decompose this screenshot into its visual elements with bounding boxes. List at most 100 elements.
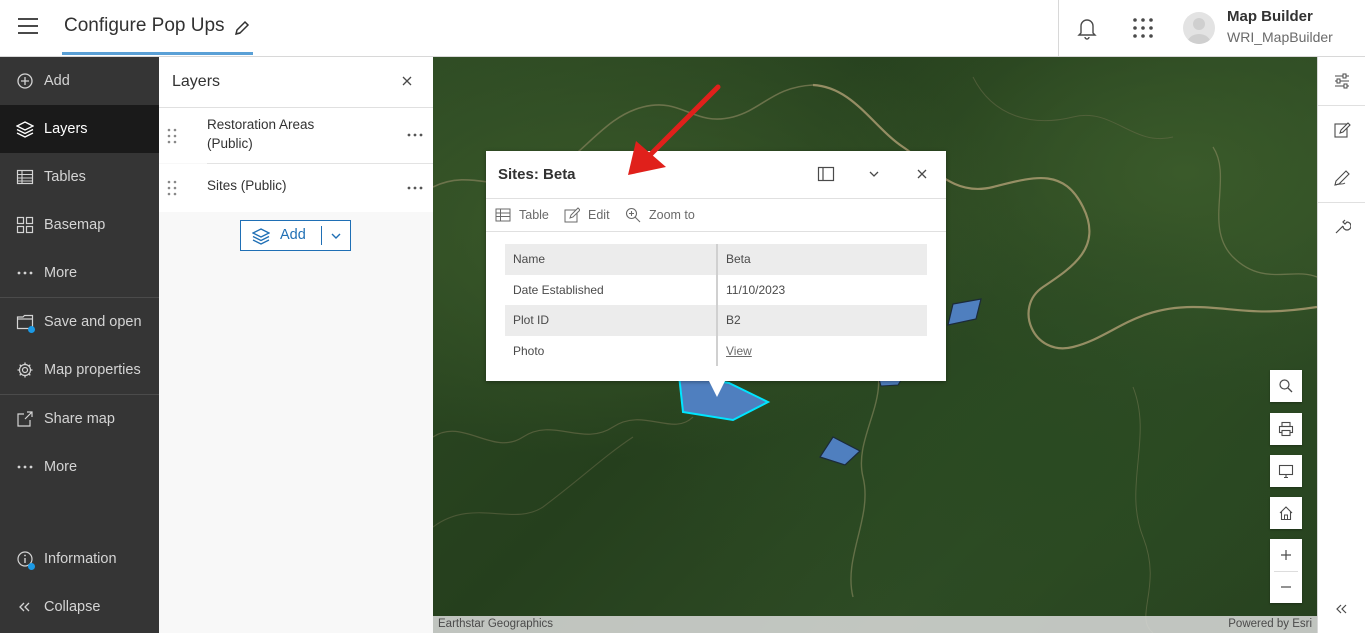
- attribute-key: Name: [513, 252, 546, 266]
- nav-collapse[interactable]: Collapse: [0, 583, 159, 631]
- map-view[interactable]: Sites: Beta Table Edit Zoom to Name Beta…: [433, 57, 1317, 633]
- ellipsis-icon: [17, 465, 33, 469]
- nav-label: Collapse: [44, 599, 101, 615]
- attribute-key: Plot ID: [513, 313, 550, 327]
- drag-handle-icon[interactable]: [167, 180, 177, 196]
- share-icon: [17, 411, 33, 427]
- chevron-down-icon[interactable]: [865, 165, 883, 183]
- nav-label: Basemap: [44, 217, 106, 233]
- ellipsis-icon: [17, 271, 33, 275]
- header-divider: [1058, 0, 1059, 57]
- layer-name: Restoration Areas (Public): [207, 115, 314, 153]
- home-icon: [1279, 506, 1293, 521]
- hamburger-menu-icon[interactable]: [18, 18, 38, 38]
- map-attribution: Earthstar Geographics Powered by Esri: [433, 616, 1317, 633]
- attribute-value: 11/10/2023: [726, 282, 786, 297]
- add-layer-button[interactable]: Add: [241, 221, 321, 250]
- print-button[interactable]: [1270, 413, 1302, 445]
- nav-information[interactable]: Information: [0, 535, 159, 583]
- fullscreen-button[interactable]: [1270, 455, 1302, 487]
- add-layer-label: Add: [280, 227, 306, 243]
- user-id: WRI_MapBuilder: [1227, 29, 1333, 45]
- basemap-icon: [16, 216, 34, 234]
- nav-basemap[interactable]: Basemap: [0, 201, 159, 249]
- wrench-icon[interactable]: [1333, 218, 1351, 236]
- popup-action-table[interactable]: Table: [495, 207, 555, 225]
- search-icon: [1279, 379, 1293, 393]
- layer-name-line: (Public): [207, 136, 253, 151]
- search-button[interactable]: [1270, 370, 1302, 402]
- site-polygon[interactable]: [947, 298, 982, 326]
- chevrons-left-icon[interactable]: [1333, 600, 1351, 618]
- more-options-icon[interactable]: [406, 185, 424, 191]
- zoom-out-button[interactable]: [1270, 571, 1302, 603]
- gear-icon: [17, 362, 33, 378]
- photo-view-link[interactable]: View: [726, 344, 752, 358]
- nav-label: Layers: [44, 121, 88, 137]
- app-launcher-icon[interactable]: [1132, 17, 1154, 39]
- popup-actions: Table Edit Zoom to: [486, 199, 946, 232]
- bell-icon[interactable]: [1076, 16, 1098, 40]
- dock-icon[interactable]: [817, 165, 835, 183]
- site-polygon[interactable]: [819, 436, 862, 466]
- app-root: Configure Pop Ups Map Builder WRI_MapBui…: [0, 0, 1365, 633]
- notification-dot: [28, 326, 35, 333]
- settings-sliders-icon[interactable]: [1333, 72, 1351, 90]
- plus-circle-icon: [17, 73, 33, 89]
- left-nav: Add Layers Tables Basemap More Save and …: [0, 57, 159, 633]
- avatar[interactable]: [1183, 12, 1215, 44]
- nav-label: Tables: [44, 169, 86, 185]
- attribution-powered-by[interactable]: Powered by Esri: [1228, 618, 1312, 630]
- nav-tables[interactable]: Tables: [0, 153, 159, 201]
- table-icon: [495, 208, 511, 222]
- attribute-table: Name Beta Date Established 11/10/2023 Pl…: [505, 244, 927, 366]
- edit-icon[interactable]: [1333, 121, 1351, 139]
- attribute-value: Beta: [726, 252, 751, 266]
- layers-icon: [252, 228, 270, 245]
- attribute-key: Photo: [513, 343, 545, 358]
- sketch-icon[interactable]: [1333, 169, 1351, 187]
- nav-save-and-open[interactable]: Save and open: [0, 298, 159, 346]
- nav-share-map[interactable]: Share map: [0, 395, 159, 443]
- popup-action-label: Edit: [588, 208, 610, 222]
- close-icon[interactable]: [400, 74, 414, 88]
- home-button[interactable]: [1270, 497, 1302, 529]
- add-layer-dropdown[interactable]: [322, 221, 350, 250]
- nav-more-1[interactable]: More: [0, 249, 159, 297]
- user-name[interactable]: Map Builder: [1227, 8, 1313, 25]
- nav-label: Save and open: [44, 314, 142, 330]
- chevron-down-icon: [331, 233, 341, 239]
- popup-action-label: Zoom to: [649, 208, 695, 222]
- zoom-in-icon: [625, 207, 641, 223]
- zoom-in-button[interactable]: [1270, 539, 1302, 571]
- popup-action-edit[interactable]: Edit: [564, 207, 616, 225]
- title-underline: [62, 52, 253, 55]
- nav-label: Map properties: [44, 362, 141, 378]
- plus-icon: [1281, 550, 1291, 560]
- layers-panel-title: Layers: [172, 73, 221, 90]
- nav-more-2[interactable]: More: [0, 443, 159, 491]
- more-options-icon[interactable]: [406, 132, 424, 138]
- nav-add[interactable]: Add: [0, 57, 159, 105]
- close-icon[interactable]: [913, 165, 931, 183]
- attribute-value: B2: [726, 313, 741, 327]
- nav-label: More: [44, 459, 78, 475]
- pencil-icon[interactable]: [233, 19, 251, 37]
- nav-label: Share map: [44, 411, 115, 427]
- layer-row-restoration-areas[interactable]: Restoration Areas (Public): [159, 108, 433, 163]
- chevrons-left-icon: [19, 602, 30, 612]
- attribution-source[interactable]: Earthstar Geographics: [438, 618, 553, 630]
- drag-handle-icon[interactable]: [167, 128, 177, 144]
- print-icon: [1278, 421, 1294, 437]
- column-divider: [716, 244, 718, 366]
- page-title[interactable]: Configure Pop Ups: [64, 15, 225, 37]
- nav-layers[interactable]: Layers: [0, 105, 159, 153]
- table-icon: [16, 169, 34, 185]
- nav-map-properties[interactable]: Map properties: [0, 346, 159, 394]
- nav-label: More: [44, 265, 78, 281]
- popup-action-zoom-to[interactable]: Zoom to: [625, 207, 705, 225]
- popup-pointer: [708, 379, 726, 397]
- add-layer-split-button: Add: [240, 220, 351, 251]
- layer-row-sites[interactable]: Sites (Public): [159, 164, 433, 212]
- layers-panel-header: Layers: [159, 57, 433, 108]
